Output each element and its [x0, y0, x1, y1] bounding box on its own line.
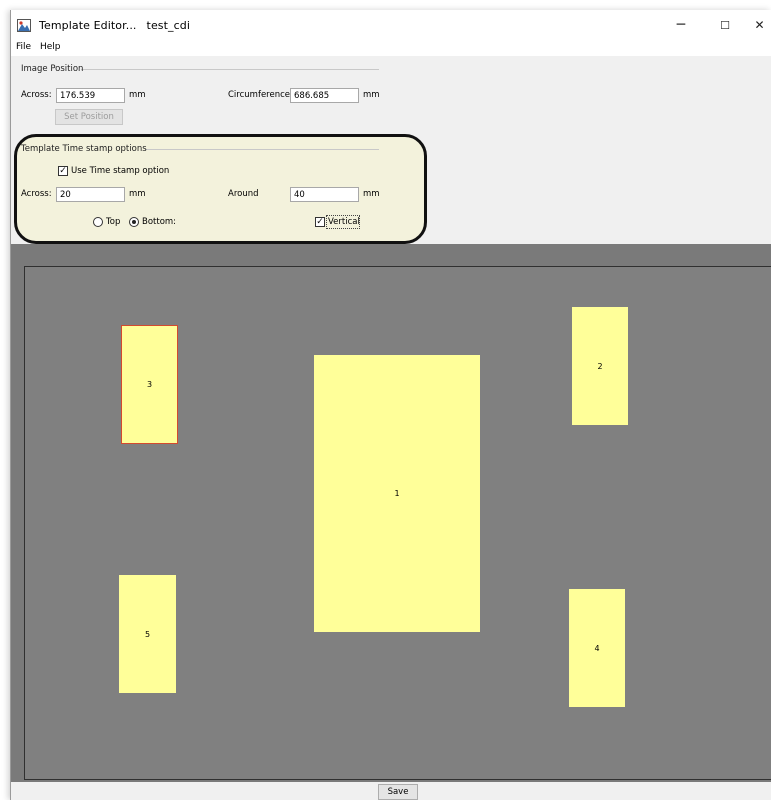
image-position-rule [81, 69, 379, 70]
image-across-unit: mm [129, 90, 146, 100]
title-bar[interactable]: Template Editor... test_cdi ─ ☐ ✕ [11, 10, 771, 40]
timestamp-across-unit: mm [129, 189, 146, 199]
template-block-5[interactable]: 5 [119, 575, 176, 693]
maximize-icon: ☐ [720, 18, 730, 32]
app-icon [17, 19, 31, 32]
template-block-4[interactable]: 4 [569, 589, 625, 707]
checkmark-icon: ✓ [59, 166, 67, 176]
window-file-name: test_cdi [146, 19, 191, 32]
timestamp-options-rule [145, 149, 379, 150]
checkmark-icon: ✓ [316, 217, 324, 227]
template-block-3[interactable]: 3 [121, 325, 178, 444]
around-label: Around [228, 189, 259, 199]
timestamp-options-group-label: Template Time stamp options [21, 144, 147, 154]
vertical-label: Vertical [328, 217, 360, 227]
menu-bar: File Help [11, 40, 771, 56]
window-title: Template Editor... test_cdi [39, 19, 190, 32]
set-position-button[interactable]: Set Position [55, 109, 123, 125]
maximize-button[interactable]: ☐ [703, 10, 747, 40]
menu-file[interactable]: File [16, 42, 31, 52]
minimize-button[interactable]: ─ [659, 10, 703, 40]
top-radio-label: Top [106, 217, 121, 227]
use-timestamp-label: Use Time stamp option [71, 166, 170, 176]
template-block-1[interactable]: 1 [314, 355, 480, 632]
vertical-checkbox[interactable]: ✓ [315, 217, 325, 227]
template-editor-window: Template Editor... test_cdi ─ ☐ ✕ File He… [10, 10, 771, 800]
save-button[interactable]: Save [378, 784, 418, 800]
around-unit: mm [363, 189, 380, 199]
close-icon: ✕ [754, 18, 765, 32]
close-button[interactable]: ✕ [747, 10, 771, 40]
timestamp-across-label: Across: [21, 189, 52, 199]
circumference-unit: mm [363, 90, 380, 100]
bottom-radio[interactable] [129, 217, 139, 227]
use-timestamp-checkbox[interactable]: ✓ [58, 166, 68, 176]
timestamp-across-input[interactable] [56, 187, 125, 202]
template-block-2[interactable]: 2 [572, 307, 628, 425]
minimize-icon: ─ [676, 17, 686, 33]
bottom-radio-label: Bottom: [142, 217, 177, 227]
image-position-group-label: Image Position [21, 64, 84, 74]
image-across-input[interactable] [56, 88, 125, 103]
top-radio[interactable] [93, 217, 103, 227]
image-across-label: Across: [21, 90, 52, 100]
template-canvas[interactable]: 1 2 3 4 5 [24, 266, 771, 780]
around-input[interactable] [290, 187, 359, 202]
window-title-text: Template Editor... [39, 19, 137, 32]
circumference-input[interactable] [290, 88, 359, 103]
circumference-label: Circumference: [228, 90, 293, 100]
menu-help[interactable]: Help [40, 42, 61, 52]
bottom-bar: Save [11, 782, 771, 800]
